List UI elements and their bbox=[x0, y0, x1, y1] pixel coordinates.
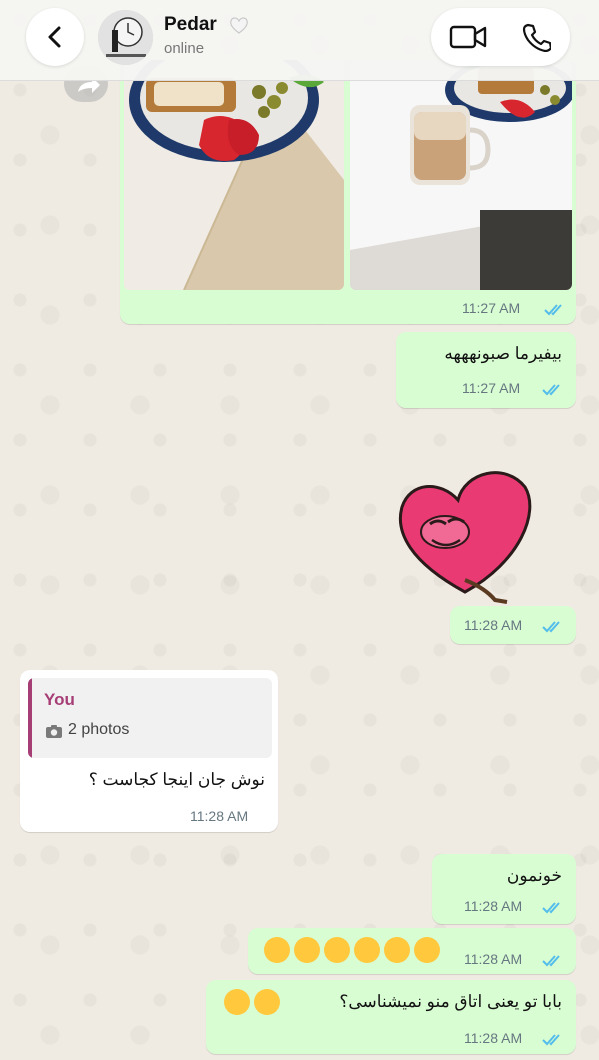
chevron-left-icon bbox=[48, 26, 61, 48]
avatar-image bbox=[98, 10, 153, 65]
breakfast-photo-2[interactable] bbox=[350, 60, 572, 290]
crying-emoji-row bbox=[260, 937, 440, 963]
message-timestamp: 11:28 AM bbox=[464, 1030, 523, 1046]
message-bubble-outgoing[interactable]: 11:28 AM bbox=[248, 928, 576, 974]
photos-message-bubble[interactable]: 11:27 AM bbox=[120, 60, 576, 324]
message-text: بابا تو یعنی اتاق منو نمیشناسی؟ bbox=[339, 992, 562, 1011]
message-bubble-outgoing[interactable]: بیفیرما صبونهههه 11:27 AM bbox=[396, 332, 576, 408]
back-button[interactable] bbox=[26, 8, 84, 66]
crying-emoji-icon bbox=[294, 937, 320, 963]
laughing-emoji-icon bbox=[224, 989, 250, 1015]
quote-text: 2 photos bbox=[68, 721, 130, 738]
avatar[interactable] bbox=[98, 10, 153, 65]
double-check-icon bbox=[542, 902, 560, 914]
double-check-icon bbox=[542, 621, 560, 633]
quote-accent-bar bbox=[28, 678, 32, 758]
message-bubble-outgoing[interactable]: بابا تو یعنی اتاق منو نمیشناسی؟ 11:28 AM bbox=[206, 980, 576, 1054]
double-check-icon bbox=[542, 955, 560, 967]
message-text: خونمون bbox=[506, 866, 562, 885]
crying-emoji-icon bbox=[254, 989, 280, 1015]
double-check-icon bbox=[542, 1034, 560, 1046]
message-timestamp: 11:27 AM bbox=[462, 380, 521, 396]
message-timestamp: 11:28 AM bbox=[464, 951, 523, 967]
contact-name[interactable]: Pedar bbox=[164, 14, 217, 36]
video-call-icon[interactable] bbox=[449, 24, 487, 50]
quoted-message[interactable]: You 2 photos bbox=[28, 678, 272, 758]
laughing-emoji-row bbox=[220, 989, 280, 1015]
white-heart-icon bbox=[230, 17, 248, 34]
contact-status: online bbox=[164, 40, 205, 57]
crying-emoji-icon bbox=[354, 937, 380, 963]
crying-emoji-icon bbox=[414, 937, 440, 963]
sticker-timestamp-pill: 11:28 AM bbox=[450, 606, 576, 644]
sticker-timestamp: 11:28 AM bbox=[464, 617, 523, 633]
crying-emoji-icon bbox=[384, 937, 410, 963]
chat-header: Pedar online bbox=[0, 0, 599, 81]
double-check-icon bbox=[544, 304, 562, 316]
camera-icon bbox=[46, 725, 62, 738]
message-bubble-outgoing[interactable]: خونمون 11:28 AM bbox=[432, 854, 576, 924]
photos-timestamp: 11:27 AM bbox=[462, 300, 521, 316]
phone-icon[interactable] bbox=[521, 22, 551, 52]
double-check-icon bbox=[542, 384, 560, 396]
quote-author: You bbox=[44, 690, 75, 709]
message-text: بیفیرما صبونهههه bbox=[444, 344, 562, 363]
message-text: نوش جان اینجا کجاست ؟ bbox=[88, 770, 265, 789]
breakfast-photo-1[interactable] bbox=[124, 60, 344, 290]
heart-sticker[interactable] bbox=[390, 462, 540, 607]
message-timestamp: 11:28 AM bbox=[464, 898, 523, 914]
crying-emoji-icon bbox=[324, 937, 350, 963]
message-timestamp: 11:28 AM bbox=[190, 808, 249, 824]
crying-emoji-icon bbox=[264, 937, 290, 963]
call-actions bbox=[431, 8, 570, 66]
